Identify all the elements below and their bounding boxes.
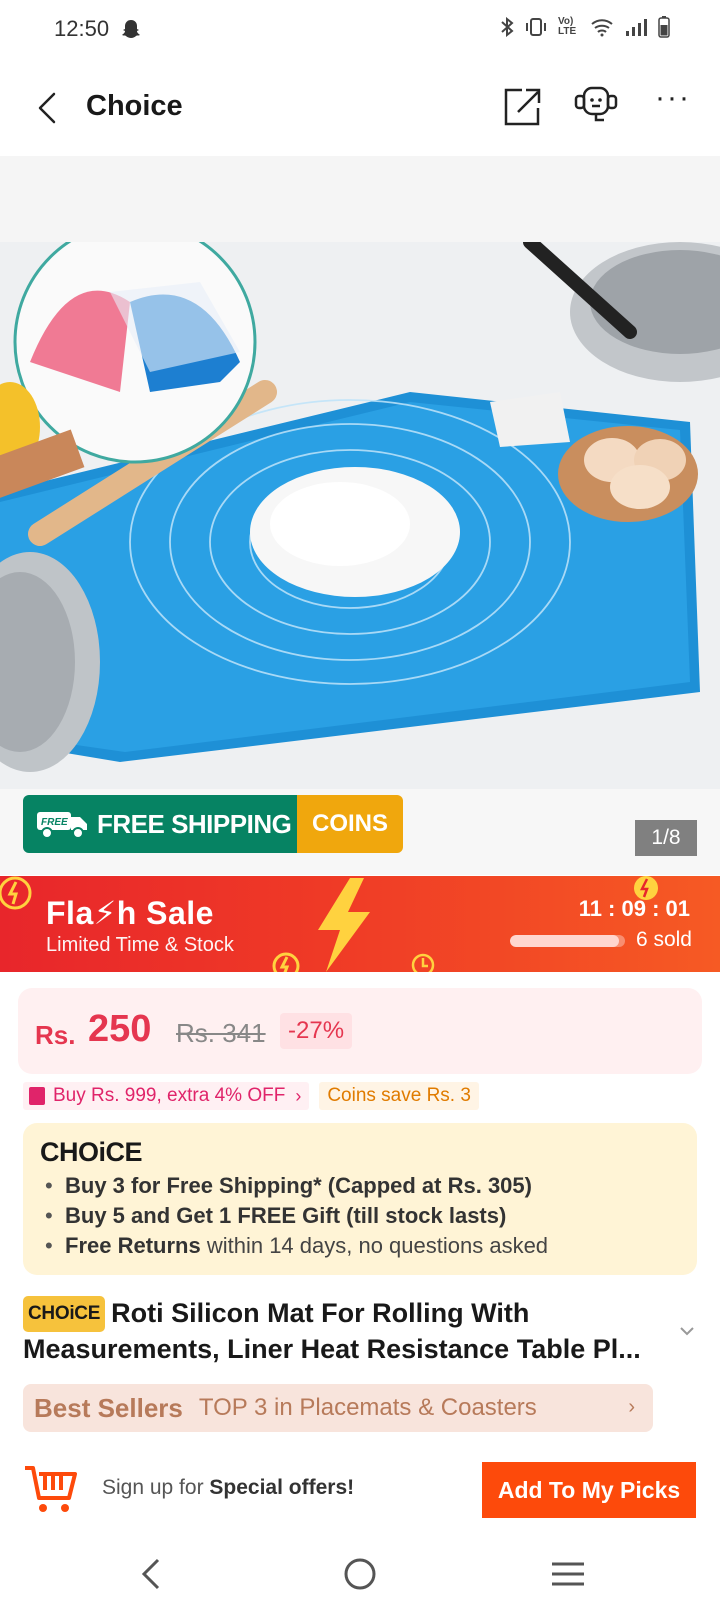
product-title[interactable]: CHOiCE Roti Silicon Mat For Rolling With … <box>23 1296 683 1366</box>
back-arrow-icon[interactable] <box>30 88 70 128</box>
product-title-text: Roti Silicon Mat For Rolling With Measur… <box>23 1298 641 1364</box>
price-box: Rs. 250 Rs. 341 -27% <box>18 988 702 1074</box>
benefit-free-gift: Buy 5 and Get 1 FREE Gift (till stock la… <box>65 1203 507 1228</box>
product-photo-illustration <box>0 242 720 789</box>
promo-row: Buy Rs. 999, extra 4% OFF › Coins save R… <box>23 1082 479 1110</box>
choice-benefits-box[interactable]: CHOiCE Buy 3 for Free Shipping* (Capped … <box>23 1123 697 1275</box>
alarm-clock-icon <box>0 876 32 910</box>
benefit-free-shipping: Buy 3 for Free Shipping* (Capped at Rs. … <box>65 1173 532 1198</box>
benefit-returns-detail: within 14 days, no questions asked <box>200 1233 549 1258</box>
sale-price: 250 <box>88 1008 152 1050</box>
nav-home-icon[interactable] <box>338 1552 382 1596</box>
customer-service-icon[interactable] <box>572 82 622 128</box>
free-shipping-coins-banner: FREE FREE SHIPPING COINS <box>23 795 403 853</box>
coupon-icon <box>29 1087 45 1105</box>
best-sellers-rank[interactable]: Best Sellers TOP 3 in Placemats & Coaste… <box>23 1384 653 1432</box>
alarm-clock-icon <box>272 952 300 972</box>
benefit-item: Buy 5 and Get 1 FREE Gift (till stock la… <box>45 1201 548 1231</box>
image-counter: 1/8 <box>635 820 697 856</box>
best-sellers-text: TOP 3 in Placemats & Coasters <box>198 1394 537 1421</box>
add-to-picks-button[interactable]: Add To My Picks <box>482 1462 696 1518</box>
signup-prefix: Sign up for <box>102 1476 210 1499</box>
benefit-free-returns: Free Returns <box>65 1233 201 1258</box>
top-header: Choice ··· <box>0 70 720 150</box>
free-shipping-section: FREE FREE SHIPPING <box>23 795 297 853</box>
product-image[interactable] <box>0 242 720 789</box>
coins-label: COINS <box>297 795 403 853</box>
extra-off-label: Buy Rs. 999, extra 4% OFF <box>53 1085 286 1106</box>
coins-save-tag[interactable]: Coins save Rs. 3 <box>319 1082 479 1110</box>
benefit-item: Buy 3 for Free Shipping* (Capped at Rs. … <box>45 1171 548 1201</box>
choice-logo: CHOiCE <box>40 1137 143 1167</box>
extra-off-coupon[interactable]: Buy Rs. 999, extra 4% OFF › <box>23 1082 310 1110</box>
sold-count: 6 sold <box>635 928 692 951</box>
chevron-right-icon: › <box>628 1396 635 1418</box>
share-icon[interactable] <box>502 84 542 128</box>
status-time: 12:50 <box>54 16 110 41</box>
chevron-down-icon[interactable] <box>676 1322 698 1340</box>
gallery-top-gap <box>0 156 720 242</box>
bottom-action-bar: Sign up for Special offers! Add To My Pi… <box>0 1444 720 1534</box>
signup-offers: Special offers! <box>209 1476 355 1499</box>
snapchat-ghost-icon <box>122 20 140 38</box>
alarm-clock-icon <box>411 953 435 972</box>
best-sellers-label: Best Sellers <box>34 1392 183 1423</box>
choice-badge: CHOiCE <box>23 1296 106 1332</box>
sold-progress-bar <box>510 935 625 947</box>
battery-icon <box>658 16 670 38</box>
original-price: Rs. 341 <box>176 1018 266 1048</box>
vibrate-icon <box>526 18 546 36</box>
price-currency: Rs. <box>35 1020 76 1050</box>
signal-icon <box>626 19 647 36</box>
truck-icon: FREE <box>37 812 87 839</box>
bluetooth-icon <box>501 17 514 37</box>
flash-sale-title: Fla⚡h Sale <box>46 895 214 931</box>
nav-back-icon[interactable] <box>132 1552 176 1596</box>
lightning-bolt-icon <box>318 878 370 972</box>
more-options-icon[interactable]: ··· <box>655 83 695 128</box>
cart-icon[interactable] <box>23 1460 79 1516</box>
signup-prompt[interactable]: Sign up for Special offers! <box>102 1476 354 1500</box>
benefit-item: Free Returns within 14 days, no question… <box>45 1231 548 1261</box>
flash-sale-banner: Fla⚡h Sale Limited Time & Stock 11 : 09 … <box>0 876 720 972</box>
status-bar: 12:50 Vo) LTE <box>0 0 720 60</box>
page-title: Choice <box>86 90 183 122</box>
flash-sale-timer: 11 : 09 : 01 <box>578 896 690 921</box>
truck-free-tag: FREE <box>41 817 68 828</box>
system-nav-bar <box>0 1534 720 1612</box>
discount-badge: -27% <box>280 1013 353 1049</box>
wifi-icon <box>591 19 613 37</box>
nav-menu-icon[interactable] <box>546 1552 590 1596</box>
flash-sale-subtitle: Limited Time & Stock <box>46 934 234 956</box>
volte-icon: Vo) LTE <box>558 16 577 37</box>
choice-benefits-list: Buy 3 for Free Shipping* (Capped at Rs. … <box>45 1171 548 1261</box>
status-icons: Vo) LTE <box>500 16 670 38</box>
chevron-right-icon: › <box>295 1085 302 1106</box>
free-shipping-label: FREE SHIPPING <box>97 808 292 839</box>
sold-progress-fill <box>510 935 620 947</box>
